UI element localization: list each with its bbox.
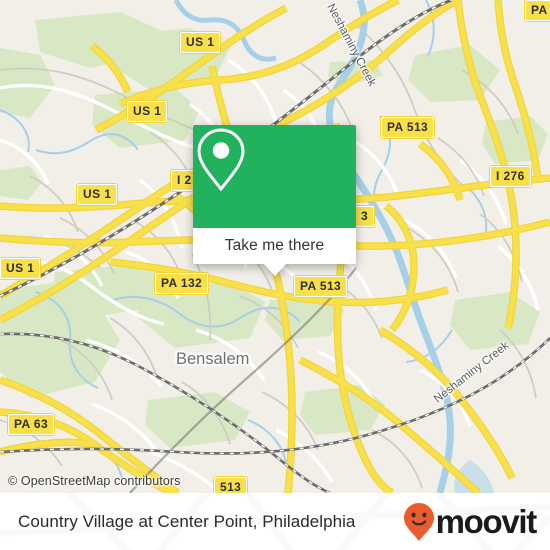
take-me-there-button[interactable]: Take me there (193, 228, 356, 276)
take-me-there-label: Take me there (224, 237, 325, 254)
moovit-brand[interactable]: moovit (403, 502, 538, 542)
road-shield: US 1 (0, 257, 42, 280)
road-shield: US 1 (178, 31, 222, 54)
road-shield: US 1 (75, 183, 119, 206)
moovit-smiley-pin-icon (403, 502, 434, 541)
road-shield: US 1 (125, 100, 169, 123)
map-page: US 1 US 1 US 1 US 1 PA 513 I 276 I 2 3 PA 132 PA … (0, 0, 550, 550)
road-shield: PA 63 (6, 413, 56, 436)
road-shield: PA 513 (292, 275, 349, 298)
location-title: Country Village at Center Point, Philade… (18, 511, 356, 531)
road-shield: I 276 (489, 165, 532, 188)
road-shield: 3 (353, 205, 376, 228)
popup-icon-panel (193, 125, 356, 228)
destination-popup-card[interactable]: Take me there (193, 125, 356, 276)
road-shield: PA 513 (379, 116, 436, 139)
osm-attribution[interactable]: © OpenStreetMap contributors (0, 469, 550, 493)
map-pin-icon (197, 128, 245, 192)
road-shield: PA 132 (153, 272, 210, 295)
map-canvas[interactable]: US 1 US 1 US 1 US 1 PA 513 I 276 I 2 3 PA 132 PA … (0, 0, 550, 493)
footer-bar: Country Village at Center Point, Philade… (0, 493, 550, 550)
moovit-wordmark: moovit (435, 503, 538, 540)
place-label: Bensalem (176, 350, 250, 368)
popup-pointer (262, 263, 287, 276)
road-shield: PA (524, 0, 550, 22)
